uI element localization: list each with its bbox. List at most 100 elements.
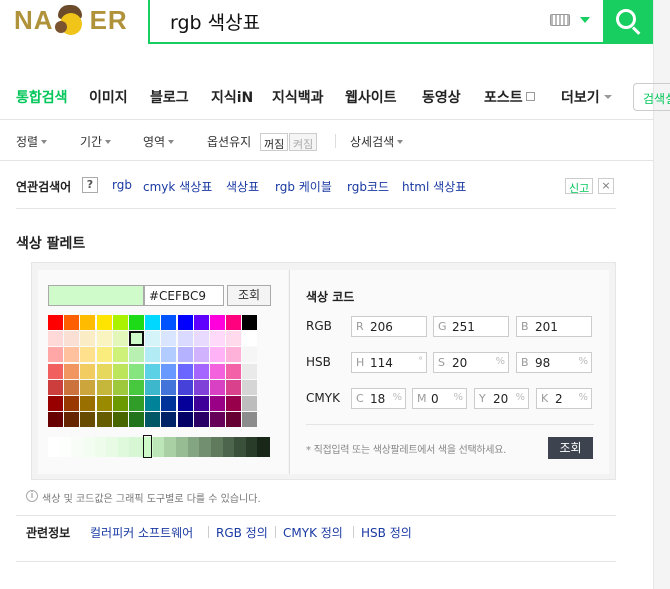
palette-color-cell[interactable] bbox=[48, 396, 63, 411]
palette-color-cell[interactable] bbox=[193, 379, 209, 395]
gradient-shade-cell[interactable] bbox=[210, 437, 223, 457]
cmyk-c-field[interactable]: C 18 % bbox=[351, 388, 406, 409]
palette-color-cell[interactable] bbox=[145, 396, 161, 411]
palette-color-cell[interactable] bbox=[177, 396, 193, 411]
palette-color-cell[interactable] bbox=[177, 379, 193, 395]
gradient-shade-cell[interactable] bbox=[234, 437, 247, 457]
palette-color-cell[interactable] bbox=[145, 412, 161, 428]
search-settings-button[interactable]: 검색설 bbox=[633, 83, 670, 111]
autocomplete-toggle-icon[interactable] bbox=[580, 17, 590, 23]
palette-color-cell[interactable] bbox=[177, 412, 193, 428]
palette-color-cell[interactable] bbox=[80, 396, 96, 411]
hsb-b-field[interactable]: B 98 % bbox=[516, 352, 592, 373]
help-icon[interactable]: ? bbox=[82, 177, 98, 193]
palette-color-cell[interactable] bbox=[193, 331, 209, 347]
tab-integrated[interactable]: 통합검색 bbox=[16, 87, 68, 107]
palette-color-cell[interactable] bbox=[210, 315, 225, 330]
palette-color-cell[interactable] bbox=[64, 331, 80, 347]
palette-color-cell[interactable] bbox=[145, 379, 161, 395]
palette-color-cell[interactable] bbox=[80, 315, 96, 330]
palette-color-cell[interactable] bbox=[129, 315, 144, 330]
palette-color-cell[interactable] bbox=[226, 331, 242, 347]
palette-color-cell[interactable] bbox=[161, 396, 177, 411]
lookup-code-button[interactable]: 조회 bbox=[548, 437, 593, 459]
related-info-link[interactable]: HSB 정의 bbox=[361, 524, 412, 541]
sort-dropdown[interactable]: 정렬 bbox=[16, 133, 48, 150]
palette-color-cell[interactable] bbox=[129, 379, 144, 395]
palette-color-cell[interactable] bbox=[64, 347, 80, 363]
gradient-shade-cell[interactable] bbox=[164, 437, 177, 457]
search-input[interactable]: rgb 색상표 bbox=[170, 8, 260, 35]
related-link[interactable]: rgb코드 bbox=[347, 178, 389, 195]
related-link[interactable]: rgb bbox=[112, 178, 132, 192]
palette-color-cell[interactable] bbox=[193, 347, 209, 363]
report-button[interactable]: 신고 bbox=[565, 178, 594, 195]
tab-websites[interactable]: 웹사이트 bbox=[345, 87, 397, 107]
period-dropdown[interactable]: 기간 bbox=[80, 133, 112, 150]
cmyk-m-field[interactable]: M 0 % bbox=[412, 388, 467, 409]
palette-color-cell[interactable] bbox=[145, 315, 161, 330]
keep-off-toggle[interactable]: 꺼짐 bbox=[260, 133, 289, 151]
palette-color-cell[interactable] bbox=[129, 331, 144, 347]
palette-color-cell[interactable] bbox=[80, 363, 96, 379]
cmyk-k-field[interactable]: K 2 % bbox=[536, 388, 592, 409]
hsb-h-field[interactable]: H 114 ° bbox=[351, 352, 427, 373]
palette-color-cell[interactable] bbox=[48, 315, 63, 330]
cmyk-y-field[interactable]: Y 20 % bbox=[474, 388, 529, 409]
palette-color-cell[interactable] bbox=[112, 315, 128, 330]
palette-color-cell[interactable] bbox=[48, 331, 63, 347]
related-link[interactable]: html 색상표 bbox=[402, 178, 466, 195]
palette-color-cell[interactable] bbox=[112, 412, 128, 428]
palette-color-cell[interactable] bbox=[161, 347, 177, 363]
palette-color-cell[interactable] bbox=[161, 363, 177, 379]
palette-color-cell[interactable] bbox=[96, 412, 112, 428]
palette-color-cell[interactable] bbox=[161, 331, 177, 347]
rgb-b-field[interactable]: B 201 bbox=[516, 316, 592, 337]
related-link[interactable]: 색상표 bbox=[226, 178, 259, 195]
palette-color-cell[interactable] bbox=[226, 396, 242, 411]
palette-color-cell[interactable] bbox=[161, 379, 177, 395]
palette-color-cell[interactable] bbox=[161, 412, 177, 428]
palette-color-cell[interactable] bbox=[96, 331, 112, 347]
related-info-link[interactable]: CMYK 정의 bbox=[283, 524, 343, 541]
gradient-shade-cell[interactable] bbox=[152, 437, 165, 457]
gradient-shade-cell[interactable] bbox=[59, 437, 72, 457]
palette-color-cell[interactable] bbox=[193, 412, 209, 428]
palette-color-cell[interactable] bbox=[112, 363, 128, 379]
palette-color-cell[interactable] bbox=[193, 315, 209, 330]
gradient-shade-cell[interactable] bbox=[94, 437, 107, 457]
rgb-g-field[interactable]: G 251 bbox=[433, 316, 509, 337]
palette-color-cell[interactable] bbox=[80, 347, 96, 363]
tab-images[interactable]: 이미지 bbox=[89, 87, 128, 107]
palette-color-cell[interactable] bbox=[96, 363, 112, 379]
palette-color-cell[interactable] bbox=[177, 331, 193, 347]
close-icon[interactable]: × bbox=[598, 178, 614, 194]
palette-color-cell[interactable] bbox=[129, 363, 144, 379]
gradient-shade-cell[interactable] bbox=[199, 437, 212, 457]
lookup-button[interactable]: 조회 bbox=[227, 285, 271, 306]
palette-color-cell[interactable] bbox=[226, 379, 242, 395]
gradient-selector-handle[interactable] bbox=[143, 435, 153, 458]
rgb-r-field[interactable]: R 206 bbox=[351, 316, 427, 337]
palette-color-cell[interactable] bbox=[177, 315, 193, 330]
palette-color-cell[interactable] bbox=[210, 331, 225, 347]
palette-color-cell[interactable] bbox=[226, 347, 242, 363]
palette-color-cell[interactable] bbox=[193, 396, 209, 411]
palette-color-cell[interactable] bbox=[64, 363, 80, 379]
naver-logo[interactable]: NA ER bbox=[14, 0, 128, 40]
palette-color-cell[interactable] bbox=[145, 331, 161, 347]
tab-more[interactable]: 더보기 bbox=[561, 87, 612, 107]
hex-input[interactable]: #CEFBC9 bbox=[144, 285, 224, 306]
detail-search-dropdown[interactable]: 상세검색 bbox=[350, 133, 404, 150]
palette-color-cell[interactable] bbox=[80, 331, 96, 347]
gradient-shade-cell[interactable] bbox=[257, 437, 270, 457]
gradient-shade-cell[interactable] bbox=[82, 437, 96, 457]
palette-color-cell[interactable] bbox=[210, 363, 225, 379]
palette-color-cell[interactable] bbox=[242, 396, 258, 411]
palette-color-cell[interactable] bbox=[80, 379, 96, 395]
gradient-shade-cell[interactable] bbox=[71, 437, 84, 457]
palette-color-cell[interactable] bbox=[145, 363, 161, 379]
tab-video[interactable]: 동영상 bbox=[422, 87, 461, 107]
gradient-shade-cell[interactable] bbox=[106, 437, 119, 457]
shade-gradient-bar[interactable] bbox=[48, 435, 270, 458]
